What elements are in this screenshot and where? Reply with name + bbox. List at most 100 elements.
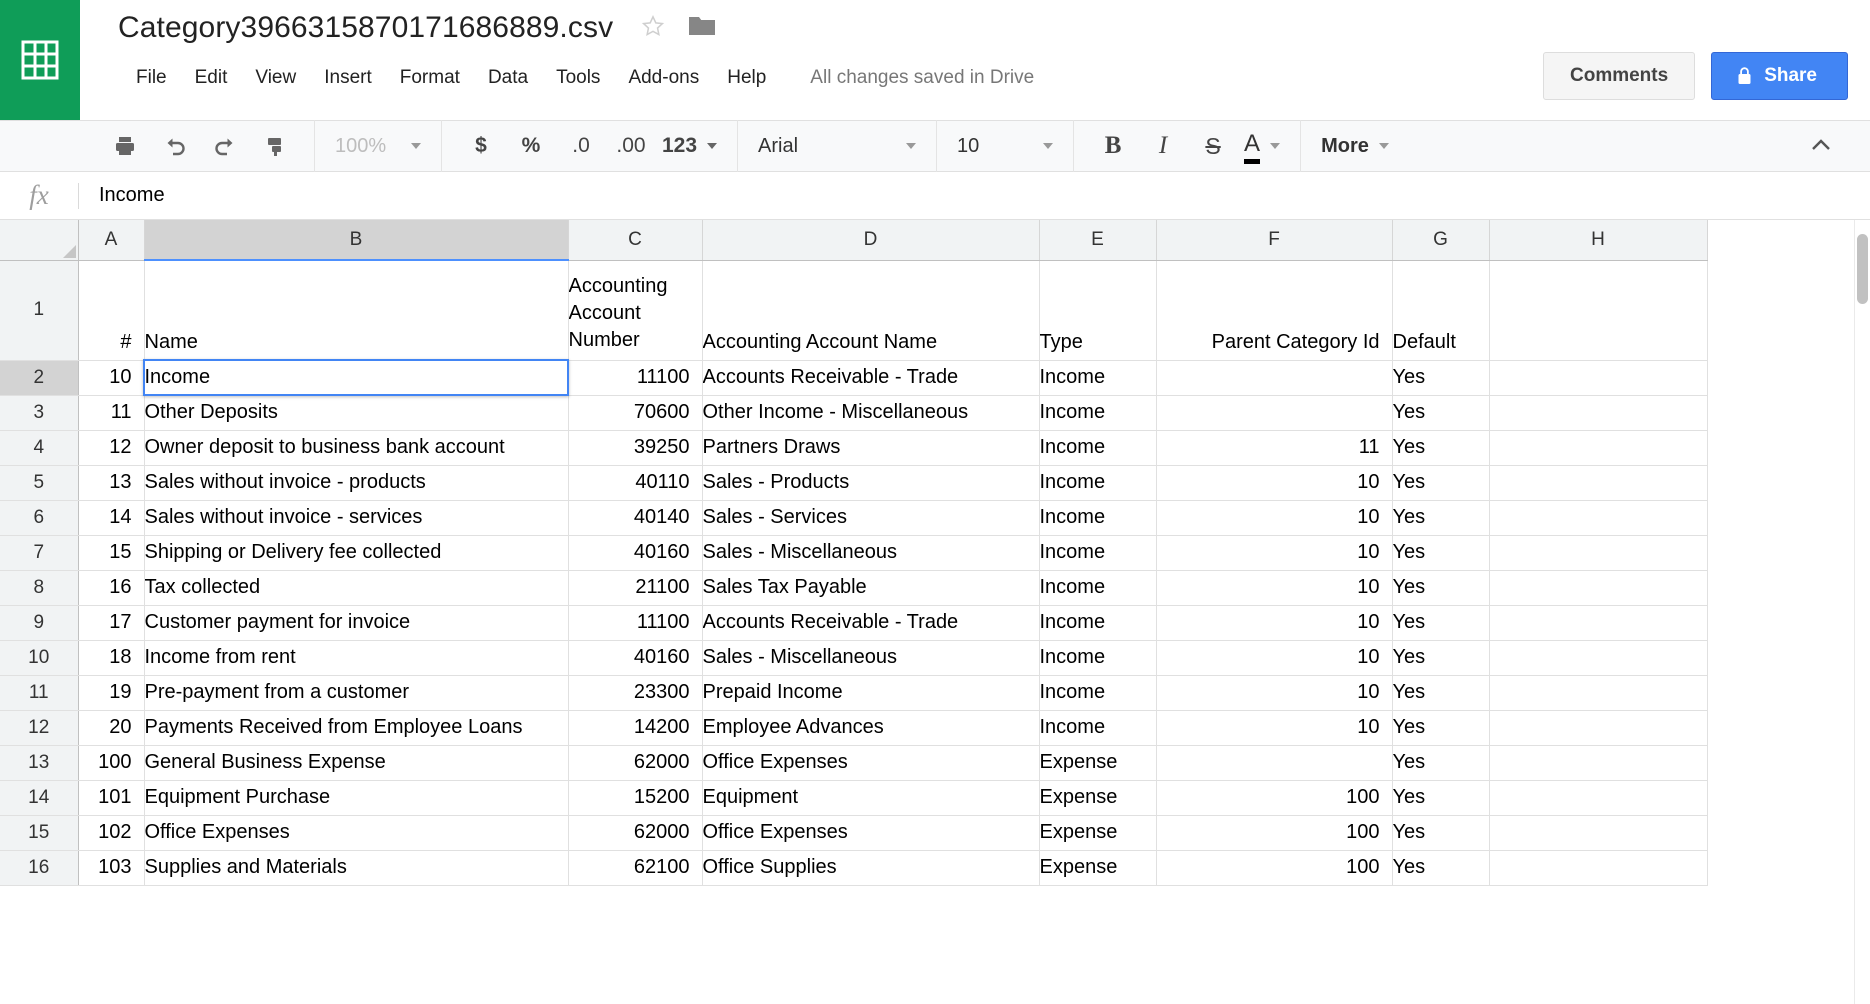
cell-H6[interactable] (1489, 500, 1708, 536)
cell-E6[interactable]: Income (1039, 500, 1157, 536)
cell-B15[interactable]: Office Expenses (144, 815, 569, 851)
cell-A4[interactable]: 12 (78, 430, 145, 466)
cell-D3[interactable]: Other Income - Miscellaneous (702, 395, 1040, 431)
cell-A1[interactable]: # (78, 260, 145, 361)
cell-F7[interactable]: 10 (1156, 535, 1393, 571)
column-header-h[interactable]: H (1489, 220, 1708, 261)
cell-B3[interactable]: Other Deposits (144, 395, 569, 431)
undo-button[interactable] (158, 129, 192, 163)
cell-F9[interactable]: 10 (1156, 605, 1393, 641)
cell-D11[interactable]: Prepaid Income (702, 675, 1040, 711)
column-header-b[interactable]: B (144, 220, 569, 261)
cell-H1[interactable] (1489, 260, 1708, 361)
cell-F3[interactable] (1156, 395, 1393, 431)
cell-B5[interactable]: Sales without invoice - products (144, 465, 569, 501)
column-header-e[interactable]: E (1039, 220, 1157, 261)
cell-B7[interactable]: Shipping or Delivery fee collected (144, 535, 569, 571)
column-header-d[interactable]: D (702, 220, 1040, 261)
cell-A16[interactable]: 103 (78, 850, 145, 886)
cell-F6[interactable]: 10 (1156, 500, 1393, 536)
cell-G4[interactable]: Yes (1392, 430, 1490, 466)
column-header-c[interactable]: C (568, 220, 703, 261)
cell-D16[interactable]: Office Supplies (702, 850, 1040, 886)
cell-G6[interactable]: Yes (1392, 500, 1490, 536)
cell-E4[interactable]: Income (1039, 430, 1157, 466)
cell-B14[interactable]: Equipment Purchase (144, 780, 569, 816)
cell-G3[interactable]: Yes (1392, 395, 1490, 431)
folder-icon[interactable] (688, 14, 716, 43)
paint-format-button[interactable] (258, 129, 292, 163)
cell-E11[interactable]: Income (1039, 675, 1157, 711)
percent-format-button[interactable]: % (514, 129, 548, 163)
cell-C11[interactable]: 23300 (568, 675, 703, 711)
sheets-logo[interactable] (0, 0, 80, 120)
cell-G14[interactable]: Yes (1392, 780, 1490, 816)
cell-F15[interactable]: 100 (1156, 815, 1393, 851)
cell-A13[interactable]: 100 (78, 745, 145, 781)
cell-H2[interactable] (1489, 360, 1708, 396)
row-header-13[interactable]: 13 (0, 745, 79, 781)
cell-G13[interactable]: Yes (1392, 745, 1490, 781)
vertical-scrollbar[interactable] (1854, 220, 1870, 1004)
cell-C1[interactable]: Accounting Account Number (568, 260, 703, 361)
cell-E13[interactable]: Expense (1039, 745, 1157, 781)
cell-F13[interactable] (1156, 745, 1393, 781)
menu-edit[interactable]: Edit (181, 62, 242, 94)
cell-B13[interactable]: General Business Expense (144, 745, 569, 781)
cell-C2[interactable]: 11100 (568, 360, 703, 396)
cell-A7[interactable]: 15 (78, 535, 145, 571)
column-header-g[interactable]: G (1392, 220, 1490, 261)
row-header-11[interactable]: 11 (0, 675, 79, 711)
cell-H3[interactable] (1489, 395, 1708, 431)
cell-H14[interactable] (1489, 780, 1708, 816)
menu-view[interactable]: View (241, 62, 310, 94)
cell-B2[interactable]: Income (144, 360, 569, 396)
row-header-12[interactable]: 12 (0, 710, 79, 746)
cell-F11[interactable]: 10 (1156, 675, 1393, 711)
cell-D1[interactable]: Accounting Account Name (702, 260, 1040, 361)
cell-A12[interactable]: 20 (78, 710, 145, 746)
formula-input[interactable] (79, 183, 1870, 208)
cell-A10[interactable]: 18 (78, 640, 145, 676)
cell-A9[interactable]: 17 (78, 605, 145, 641)
bold-button[interactable]: B (1096, 129, 1130, 163)
cell-E15[interactable]: Expense (1039, 815, 1157, 851)
menu-help[interactable]: Help (713, 62, 780, 94)
cell-C7[interactable]: 40160 (568, 535, 703, 571)
cell-D5[interactable]: Sales - Products (702, 465, 1040, 501)
cell-D2[interactable]: Accounts Receivable - Trade (702, 360, 1040, 396)
star-icon[interactable] (640, 13, 666, 44)
cell-D7[interactable]: Sales - Miscellaneous (702, 535, 1040, 571)
cell-E8[interactable]: Income (1039, 570, 1157, 606)
currency-format-button[interactable]: $ (464, 129, 498, 163)
cell-C4[interactable]: 39250 (568, 430, 703, 466)
cell-E7[interactable]: Income (1039, 535, 1157, 571)
cell-D14[interactable]: Equipment (702, 780, 1040, 816)
cell-A11[interactable]: 19 (78, 675, 145, 711)
print-button[interactable] (108, 129, 142, 163)
cell-E9[interactable]: Income (1039, 605, 1157, 641)
cell-E14[interactable]: Expense (1039, 780, 1157, 816)
row-header-6[interactable]: 6 (0, 500, 79, 536)
cell-H13[interactable] (1489, 745, 1708, 781)
cell-C16[interactable]: 62100 (568, 850, 703, 886)
cell-G9[interactable]: Yes (1392, 605, 1490, 641)
cell-B12[interactable]: Payments Received from Employee Loans (144, 710, 569, 746)
cell-F10[interactable]: 10 (1156, 640, 1393, 676)
cell-C6[interactable]: 40140 (568, 500, 703, 536)
cell-H4[interactable] (1489, 430, 1708, 466)
document-title[interactable]: Category3966315870171686889.csv (118, 8, 613, 48)
cell-A5[interactable]: 13 (78, 465, 145, 501)
cell-H10[interactable] (1489, 640, 1708, 676)
cell-A2[interactable]: 10 (78, 360, 145, 396)
cell-G10[interactable]: Yes (1392, 640, 1490, 676)
cell-G15[interactable]: Yes (1392, 815, 1490, 851)
cell-C14[interactable]: 15200 (568, 780, 703, 816)
cell-C13[interactable]: 62000 (568, 745, 703, 781)
cell-G7[interactable]: Yes (1392, 535, 1490, 571)
cell-C5[interactable]: 40110 (568, 465, 703, 501)
row-header-7[interactable]: 7 (0, 535, 79, 571)
cell-F8[interactable]: 10 (1156, 570, 1393, 606)
row-header-10[interactable]: 10 (0, 640, 79, 676)
cell-D4[interactable]: Partners Draws (702, 430, 1040, 466)
